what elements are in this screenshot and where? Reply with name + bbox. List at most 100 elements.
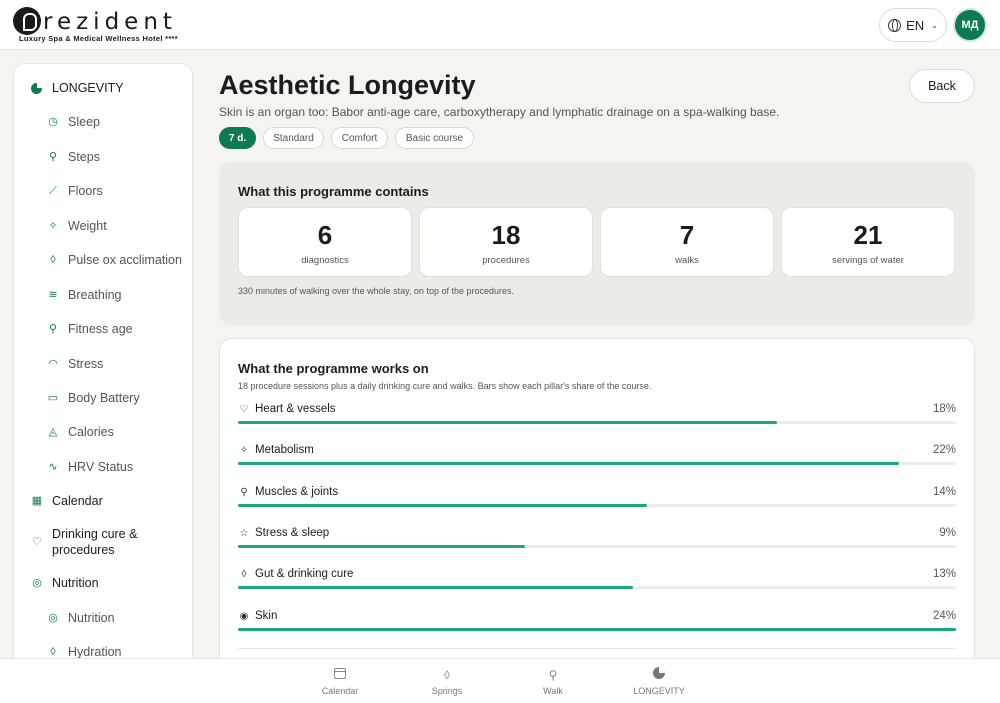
chip-comfort[interactable]: Comfort — [331, 127, 388, 149]
chip-duration[interactable]: 7 d. — [219, 127, 256, 149]
divider — [238, 648, 956, 649]
stat-value: 6 — [317, 220, 333, 250]
sidebar-item-label: Calories — [68, 425, 114, 439]
logo[interactable]: rezident Luxury Spa & Medical Wellness H… — [13, 7, 183, 45]
sidebar-item-pulse-ox[interactable]: ◊ Pulse ox acclimation — [14, 243, 192, 277]
stat-value: 18 — [491, 220, 521, 250]
sidebar-item-label: Drinking cure & — [52, 527, 138, 541]
logo-word: rezident — [43, 9, 177, 35]
logo-mark-icon — [13, 7, 41, 35]
pillar-bar — [238, 586, 633, 589]
pillar-bar — [238, 628, 956, 631]
sidebar-item-label: Sleep — [68, 115, 100, 129]
pillar-bar — [238, 545, 526, 548]
chip-standard[interactable]: Standard — [263, 127, 324, 149]
pillar-name: Heart & vessels — [255, 403, 336, 415]
pillar-bar — [238, 421, 777, 424]
pillar-name-wrap: ✧ Metabolism — [238, 444, 314, 456]
sparkle-icon: ✧ — [48, 220, 58, 232]
sidebar-item-drinking-cure[interactable]: ♡ Drinking cure & procedures — [14, 522, 192, 562]
calendar-icon: ▦ — [31, 495, 43, 507]
nav-label: Walk — [543, 686, 563, 696]
walker-icon: ⚲ — [548, 668, 558, 682]
works-on-title: What the programme works on — [238, 361, 429, 376]
pillar-percent: 9% — [939, 527, 956, 539]
sidebar-item-label: Floors — [68, 184, 103, 198]
avatar[interactable]: МД — [953, 8, 987, 42]
language-selector[interactable]: EN ⌄ — [879, 8, 947, 42]
sidebar-item-sleep[interactable]: ◷ Sleep — [14, 105, 192, 139]
pillar-name-wrap: ♡ Heart & vessels — [238, 403, 336, 415]
sidebar-item-label: Nutrition — [68, 611, 115, 625]
sidebar-item-breathing[interactable]: ≋ Breathing — [14, 278, 192, 312]
pillar-row: ♡ Heart & vessels 18% — [238, 403, 956, 433]
calendar-icon — [334, 668, 346, 679]
sidebar-item-fitness-age[interactable]: ⚲ Fitness age — [14, 312, 192, 346]
sidebar-item-nutrition[interactable]: ◎ Nutrition — [14, 566, 192, 600]
heart-icon: ♡ — [239, 403, 249, 415]
sidebar-item-weight[interactable]: ✧ Weight — [14, 209, 192, 243]
pillar-name: Metabolism — [255, 444, 314, 456]
drop-icon: ◊ — [50, 254, 56, 266]
clock-icon: ◷ — [48, 116, 58, 128]
sidebar: LONGEVITY ◷ Sleep ⚲ Steps ⟋ Floors ✧ Wei… — [13, 63, 193, 703]
pillar-name: Stress & sleep — [255, 527, 330, 539]
wind-icon: ≋ — [48, 289, 58, 301]
top-header: rezident Luxury Spa & Medical Wellness H… — [0, 0, 1000, 50]
nav-springs[interactable]: ◊ Springs — [407, 667, 487, 696]
pillar-percent: 13% — [932, 568, 956, 580]
flame-icon: ◬ — [48, 426, 58, 438]
pillar-bar — [238, 462, 899, 465]
pillar-row: ✧ Metabolism 22% — [238, 444, 956, 474]
sidebar-item-hrv-status[interactable]: ∿ HRV Status — [14, 450, 192, 484]
pillar-track — [238, 586, 956, 589]
sidebar-item-steps[interactable]: ⚲ Steps — [14, 140, 192, 174]
sidebar-item-label-line2: procedures — [52, 543, 115, 557]
pillar-track — [238, 421, 956, 424]
sidebar-item-label-wrap: Drinking cure & procedures — [52, 526, 137, 558]
pulse-icon: ∿ — [48, 461, 58, 473]
sidebar-item-nutrition-sub[interactable]: ◎ Nutrition — [14, 601, 192, 635]
stairs-icon: ⟋ — [49, 185, 57, 197]
runner-icon: ⚲ — [48, 323, 58, 335]
walker-icon: ⚲ — [48, 151, 58, 163]
nav-walk[interactable]: ⚲ Walk — [513, 667, 593, 696]
sidebar-item-label: Calendar — [52, 494, 103, 508]
chip-basic-course[interactable]: Basic course — [395, 127, 474, 149]
pillar-name: Gut & drinking cure — [255, 568, 354, 580]
works-on-note: 18 procedure sessions plus a daily drink… — [238, 381, 652, 391]
sidebar-item-floors[interactable]: ⟋ Floors — [14, 174, 192, 208]
stat-card: 18 procedures — [419, 207, 593, 277]
gauge-icon: ◠ — [48, 358, 58, 370]
sidebar-item-label: Stress — [68, 357, 104, 371]
drop-icon: ◊ — [444, 668, 450, 682]
sidebar-item-body-battery[interactable]: ▭ Body Battery — [14, 381, 192, 415]
pillar-percent: 22% — [932, 444, 956, 456]
walking-note: 330 minutes of walking over the whole st… — [238, 286, 514, 296]
drop-icon: ◊ — [50, 646, 56, 658]
sidebar-item-stress[interactable]: ◠ Stress — [14, 347, 192, 381]
pillar-name-wrap: ◊ Gut & drinking cure — [238, 568, 354, 580]
stat-label: diagnostics — [301, 255, 349, 266]
pillar-bar — [238, 504, 648, 507]
sidebar-item-longevity[interactable]: LONGEVITY — [14, 71, 192, 105]
back-button[interactable]: Back — [909, 69, 975, 103]
stat-card: 6 diagnostics — [238, 207, 412, 277]
pillar-percent: 14% — [932, 486, 956, 498]
longevity-icon — [31, 82, 42, 94]
contains-title: What this programme contains — [238, 184, 429, 199]
nav-calendar[interactable]: Calendar — [300, 667, 380, 696]
sidebar-item-calories[interactable]: ◬ Calories — [14, 415, 192, 449]
pillar-name-wrap: ◉ Skin — [238, 610, 278, 622]
pillar-name: Skin — [255, 610, 278, 622]
longevity-icon — [653, 667, 665, 679]
language-label: EN — [906, 17, 925, 33]
stat-value: 21 — [853, 220, 883, 250]
sidebar-item-calendar[interactable]: ▦ Calendar — [14, 484, 192, 518]
nav-longevity[interactable]: LONGEVITY — [619, 667, 699, 696]
globe-icon — [888, 18, 902, 32]
stat-card: 21 servings of water — [781, 207, 955, 277]
sparkle-icon: ✧ — [239, 444, 249, 456]
sidebar-item-label: HRV Status — [68, 460, 134, 474]
nav-icon-wrap — [300, 667, 380, 683]
